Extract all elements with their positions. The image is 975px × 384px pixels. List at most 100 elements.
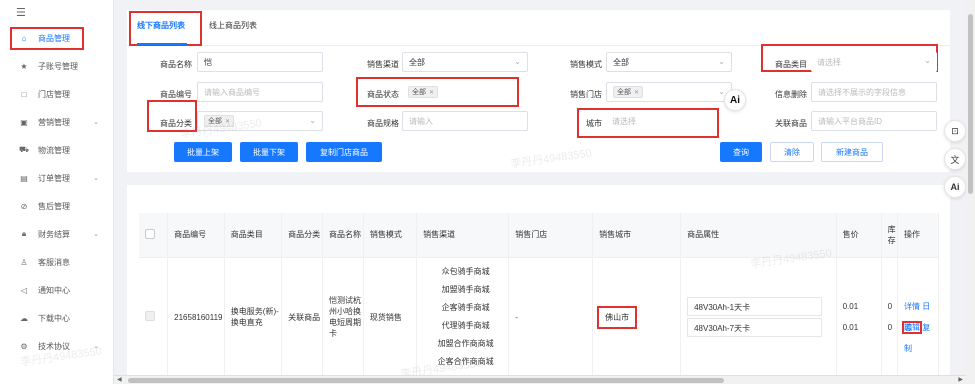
class-select[interactable]: 全部 ✕ ⌄ [197,111,323,131]
status-select[interactable]: 全部 ✕ [402,82,515,102]
scroll-left-icon[interactable]: ◀ [117,376,122,383]
col-header-ops: 操作 [897,213,940,258]
row-checkbox[interactable] [145,311,155,322]
info-delete-select[interactable]: 请选择不展示的字段信息 [811,82,937,102]
cell-class: 关联商品 [281,257,323,377]
tab-online-products[interactable]: 线上商品列表 [209,20,257,31]
close-icon[interactable]: ✕ [429,89,434,96]
split-view-icon[interactable]: ⊡ [944,120,966,142]
sidebar-item-label: 子账号管理 [38,61,78,71]
chevron-down-icon: ⌄ [924,56,931,65]
vertical-scrollbar[interactable] [966,0,975,384]
sidebar: ☰ ⌂ 商品管理 ★ 子账号管理 □ 门店管理 ▣ 营销管理 ⌄ ⛟ 物流管理 … [0,0,114,384]
row-checkbox-cell [139,257,169,377]
chevron-down-icon: ⌄ [514,57,521,66]
chevron-down-icon: ⌄ [309,116,316,125]
sidebar-item-logistics[interactable]: ⛟ 物流管理 [0,136,113,164]
price-item: 0.01 [842,323,859,333]
menu-fold-icon[interactable]: ☰ [0,0,113,24]
sidebar-item-store[interactable]: □ 门店管理 [0,80,113,108]
attr-item: 48V30Ah-1天卡 [687,297,823,317]
category-select[interactable]: 请选择 ⌄ [811,52,937,72]
scroll-thumb[interactable] [968,14,973,194]
ai-assistant-button[interactable]: Ai [724,89,746,111]
cell-channels: 众包骑手商城 加盟骑手商城 企客骑手商城 代理骑手商城 加盟合作商商城 企客合作… [416,257,510,377]
channel-item: 加盟合作商商城 [437,339,494,349]
sidebar-item-finance[interactable]: 🔒︎ 财务结算 ⌄ [0,220,113,248]
scroll-thumb[interactable] [128,378,724,383]
sidebar-item-orders[interactable]: ▤ 订单管理 ⌄ [0,164,113,192]
detail-link[interactable]: 详情 [904,302,920,311]
select-all-checkbox[interactable] [145,228,155,239]
close-icon[interactable]: ✕ [225,118,230,125]
sidebar-item-aftersale[interactable]: ⊘ 售后管理 [0,192,113,220]
sidebar-item-product[interactable]: ⌂ 商品管理 [0,24,113,52]
store-tag: 全部 ✕ [613,86,644,98]
copy-store-button[interactable]: 复制门店商品 [306,142,382,162]
translate-icon[interactable]: 文 [944,148,966,170]
code-input[interactable]: 请输入商品编号 [197,82,323,102]
ai-side-button[interactable]: Ai [944,176,966,198]
tab-bar: 线下商品列表 线上商品列表 [127,10,950,46]
tab-offline-products[interactable]: 线下商品列表 [137,20,185,31]
cell-price: 0.01 0.01 [836,257,882,377]
close-icon[interactable]: ✕ [634,89,639,96]
sidebar-item-service[interactable]: ♙ 客服消息 [0,248,113,276]
info-delete-placeholder: 请选择不展示的字段信息 [818,87,906,97]
status-tag: 全部 ✕ [408,86,439,98]
city-select[interactable]: 请选择 [606,111,711,131]
city-placeholder: 请选择 [612,116,636,126]
chevron-down-icon: ⌄ [93,119,99,126]
store-select[interactable]: 全部 ✕ ⌄ [606,82,732,102]
channel-select[interactable]: 全部 ⌄ [402,52,528,72]
cell-mode: 现货销售 [363,257,418,377]
sidebar-item-label: 物流管理 [38,145,70,155]
clear-button[interactable]: 清除 [770,142,814,162]
mode-value: 全部 [613,57,629,67]
sidebar-item-notice[interactable]: ◁ 通知中心 [0,276,113,304]
col-header-attrs: 商品属性 [680,213,837,258]
col-header-mode: 销售模式 [363,213,418,258]
channel-value: 全部 [409,57,425,67]
city-value: 佛山市 [597,305,638,329]
gear-icon: ⚙ [20,341,28,351]
cell-ops: 详情 日志 编辑 复制 [897,257,940,377]
lock-icon: 🔒︎ [21,229,27,238]
select-all-header [139,213,169,258]
sidebar-item-marketing[interactable]: ▣ 营销管理 ⌄ [0,108,113,136]
related-input[interactable]: 请输入平台商品ID [811,111,937,131]
new-product-button[interactable]: 新建商品 [821,142,883,162]
sidebar-item-download[interactable]: ☁ 下载中心 [0,304,113,332]
batch-off-button[interactable]: 批量下架 [240,142,298,162]
chevron-down-icon: ⌄ [718,57,725,66]
order-icon: ▤ [20,173,28,183]
sidebar-item-label: 门店管理 [38,89,70,99]
channel-item: 企客合作商商城 [437,357,494,367]
chevron-down-icon: ⌄ [93,343,99,350]
spec-input[interactable]: 请输入 [402,111,528,131]
edit-link[interactable]: 编辑 [901,321,922,335]
code-label: 商品编号 [160,90,192,99]
col-header-class: 商品分类 [281,213,323,258]
stock-item: 0 [887,323,893,333]
related-label: 关联商品 [775,119,807,128]
query-button[interactable]: 查询 [720,142,762,162]
mode-select[interactable]: 全部 ⌄ [606,52,732,72]
col-header-stock: 库存 [881,213,898,258]
batch-on-button[interactable]: 批量上架 [174,142,232,162]
horizontal-scrollbar[interactable]: ◀ ▶ [114,375,975,384]
related-placeholder: 请输入平台商品ID [818,116,882,126]
sidebar-item-label: 售后管理 [38,201,70,211]
col-header-store: 销售门店 [508,213,594,258]
product-name-input[interactable]: 恺 [197,52,323,72]
store-tag-text: 全部 [617,89,631,96]
sidebar-item-tech[interactable]: ⚙ 技术协议 ⌄ [0,332,113,360]
channel-item: 代理骑手商城 [441,321,490,331]
col-header-name: 商品名称 [322,213,364,258]
info-delete-label: 信息删除 [775,90,807,99]
speaker-icon: ◁ [20,285,28,295]
spec-placeholder: 请输入 [409,116,433,126]
home-icon: ⌂ [21,33,27,43]
sidebar-item-subaccount[interactable]: ★ 子账号管理 [0,52,113,80]
scroll-right-icon[interactable]: ▶ [958,376,963,383]
